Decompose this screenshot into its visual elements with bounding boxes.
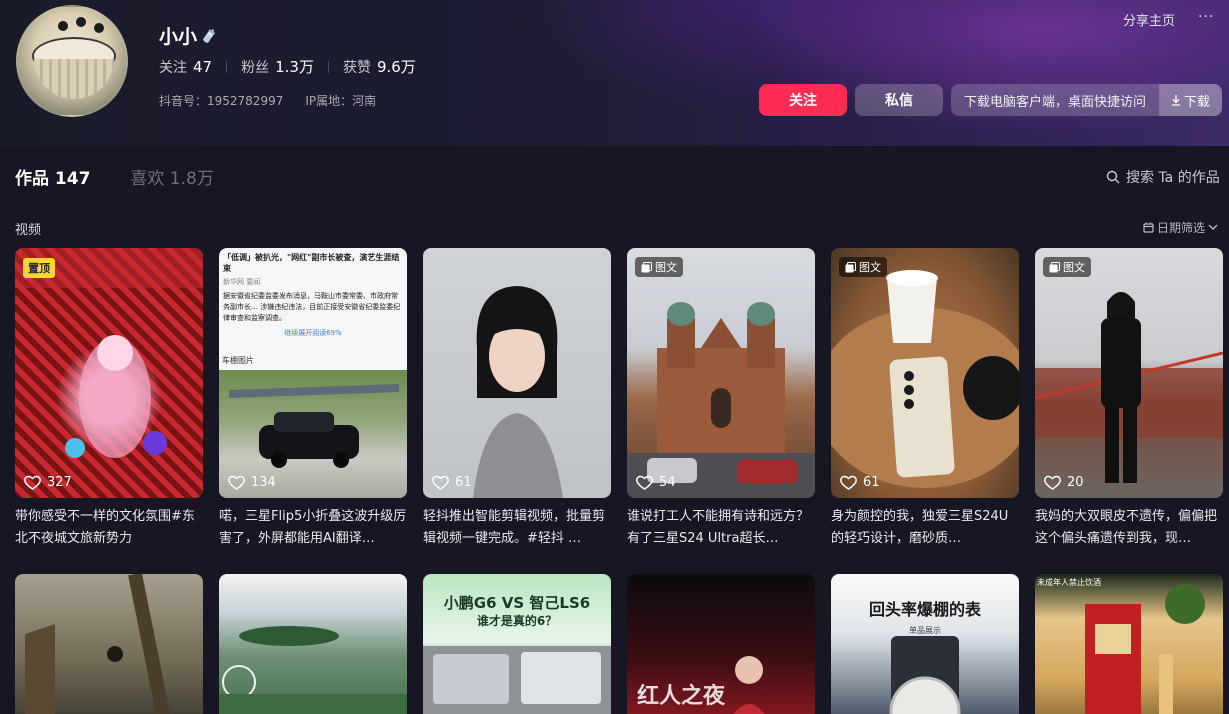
chevron-down-icon xyxy=(1208,224,1218,230)
video-card[interactable]: 图文 20 我妈的大双眼皮不遗传，偏偏把这个偏头痛遗传到我，现… xyxy=(1035,248,1223,550)
heart-icon xyxy=(840,475,857,490)
video-thumbnail[interactable] xyxy=(15,574,203,714)
image-post-badge: 图文 xyxy=(1043,257,1091,277)
video-thumbnail[interactable]: 回头率爆棚的表 单品展示 xyxy=(831,574,1019,714)
likes-stat: 获赞 9.6万 xyxy=(342,58,416,76)
video-thumbnail[interactable]: 「低调」被扒光，"网红"副市长被查，演艺生涯结束 新华网 要闻 据安徽省纪委监委… xyxy=(219,248,407,498)
like-count: 134 xyxy=(228,475,276,490)
calendar-icon xyxy=(1143,222,1154,233)
followers-stat[interactable]: 粉丝 1.3万 xyxy=(241,56,314,77)
search-icon xyxy=(1106,170,1120,184)
date-filter-dropdown[interactable]: 日期筛选 xyxy=(1143,219,1218,236)
heart-icon xyxy=(1044,475,1061,490)
video-card[interactable]: 回头率爆棚的表 单品展示 xyxy=(831,574,1019,714)
tab-works[interactable]: 作品 147 xyxy=(15,164,90,189)
like-count: 61 xyxy=(840,475,880,490)
download-client-text[interactable]: 下载电脑客户端，桌面快捷访问 xyxy=(951,84,1159,116)
video-caption[interactable]: 谁说打工人不能拥有诗和远方？有了三星S24 Ultra超长… xyxy=(627,506,815,550)
video-card[interactable]: 61 轻抖推出智能剪辑视频，批量剪辑视频一键完成。#轻抖 … xyxy=(423,248,611,550)
heart-icon xyxy=(636,475,653,490)
video-thumbnail[interactable]: 图文 54 xyxy=(627,248,815,498)
avatar[interactable] xyxy=(16,5,128,117)
video-card[interactable] xyxy=(15,574,203,714)
following-stat[interactable]: 关注 47 xyxy=(159,57,212,77)
pinned-badge: 置顶 xyxy=(23,258,55,278)
profile-tabs: 作品 147 喜欢 1.8万 xyxy=(15,164,214,189)
video-card[interactable]: 小鹏G6 VS 智己LS6 谁才是真的6？ xyxy=(423,574,611,714)
video-thumbnail[interactable]: 小鹏G6 VS 智己LS6 谁才是真的6？ xyxy=(423,574,611,714)
like-count: 54 xyxy=(636,475,676,490)
douyin-id: 抖音号：1952782997 xyxy=(159,94,284,108)
video-thumbnail[interactable]: 未成年人禁止饮酒 xyxy=(1035,574,1223,714)
video-card[interactable]: 未成年人禁止饮酒 xyxy=(1035,574,1223,714)
news-read-more: 继续展开阅读69% xyxy=(284,329,342,337)
heart-icon xyxy=(24,475,41,490)
news-body: 据安徽省纪委监委发布消息，马鞍山市委常委、市政府常务副市长… 涉嫌违纪违法，目前… xyxy=(223,292,401,322)
video-card[interactable]: 置顶 327 带你感受不一样的文化氛围#东北不夜城文旅新势力 xyxy=(15,248,203,550)
like-count: 61 xyxy=(432,475,472,490)
image-post-icon xyxy=(1049,261,1060,272)
video-card[interactable]: 红人之夜 xyxy=(627,574,815,714)
video-thumbnail[interactable] xyxy=(219,574,407,714)
video-card[interactable] xyxy=(219,574,407,714)
search-works-button[interactable]: 搜索 Ta 的作品 xyxy=(1106,167,1220,187)
profile-meta: 抖音号：1952782997 IP属地：河南 xyxy=(159,92,376,109)
share-profile-link[interactable]: 分享主页 xyxy=(1123,10,1175,29)
video-thumbnail[interactable]: 61 xyxy=(423,248,611,498)
image-post-badge: 图文 xyxy=(839,257,887,277)
video-caption[interactable]: 轻抖推出智能剪辑视频，批量剪辑视频一键完成。#轻抖 … xyxy=(423,506,611,550)
video-card[interactable]: 图文 61 身为颜控的我，独爱三星S24U的轻巧设计，磨砂质… xyxy=(831,248,1019,550)
download-client-bar[interactable]: 下载电脑客户端，桌面快捷访问 下载 xyxy=(951,84,1222,116)
follow-button[interactable]: 关注 xyxy=(759,84,847,116)
image-post-icon xyxy=(641,261,652,272)
download-button[interactable]: 下载 xyxy=(1159,84,1222,116)
video-caption[interactable]: 带你感受不一样的文化氛围#东北不夜城文旅新势力 xyxy=(15,506,203,550)
like-count: 20 xyxy=(1044,475,1084,490)
news-image-label: 车棚图片 xyxy=(222,356,254,365)
video-card[interactable]: 图文 54 谁说打工人不能拥有诗和远方？有了三星S24 Ultra超长… xyxy=(627,248,815,550)
image-post-icon xyxy=(845,261,856,272)
video-thumbnail[interactable]: 图文 61 xyxy=(831,248,1019,498)
video-caption[interactable]: 我妈的大双眼皮不遗传，偏偏把这个偏头痛遗传到我，现… xyxy=(1035,506,1223,550)
more-options-icon[interactable]: ··· xyxy=(1198,9,1214,25)
heart-icon xyxy=(228,475,245,490)
image-post-badge: 图文 xyxy=(635,257,683,277)
video-thumbnail[interactable]: 图文 20 xyxy=(1035,248,1223,498)
section-label: 视频 xyxy=(15,223,42,238)
ip-location: IP属地：河南 xyxy=(305,94,377,108)
profile-stats: 关注 47 粉丝 1.3万 获赞 9.6万 xyxy=(159,56,416,77)
video-thumbnail[interactable]: 红人之夜 xyxy=(627,574,815,714)
video-card[interactable]: 「低调」被扒光，"网红"副市长被查，演艺生涯结束 新华网 要闻 据安徽省纪委监委… xyxy=(219,248,407,550)
heart-icon xyxy=(432,475,449,490)
profile-header: 小小 关注 47 粉丝 1.3万 获赞 9.6万 抖音号：1952782997 IP属… xyxy=(0,0,1229,146)
news-headline: 「低调」被扒光，"网红"副市长被查，演艺生涯结束 xyxy=(223,253,400,273)
profile-name: 小小 xyxy=(159,22,219,49)
tab-likes[interactable]: 喜欢 1.8万 xyxy=(130,164,213,189)
news-source: 新华网 要闻 xyxy=(223,278,261,286)
video-caption[interactable]: 身为颜控的我，独爱三星S24U的轻巧设计，磨砂质… xyxy=(831,506,1019,550)
video-caption[interactable]: 喏，三星Flip5小折叠这波升级厉害了，外屏都能用AI翻译… xyxy=(219,506,407,550)
message-button[interactable]: 私信 xyxy=(855,84,943,116)
baby-bottle-icon xyxy=(203,28,216,43)
video-thumbnail[interactable]: 置顶 327 xyxy=(15,248,203,498)
like-count: 327 xyxy=(24,475,72,490)
download-icon xyxy=(1171,94,1180,106)
